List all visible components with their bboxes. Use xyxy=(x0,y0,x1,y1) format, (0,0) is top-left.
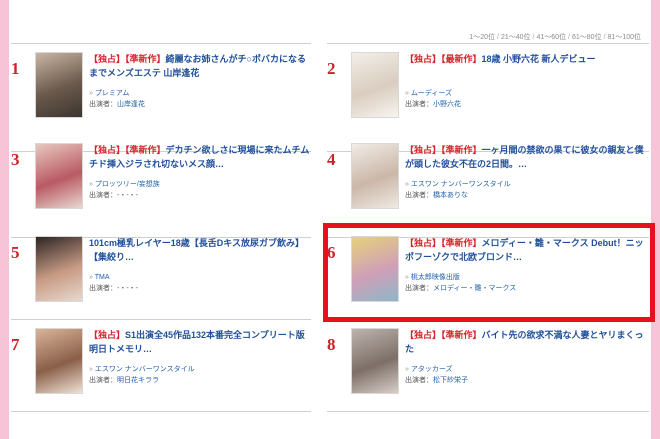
actors-row: 出演者：メロディー・雛・マークス xyxy=(405,283,649,294)
product-tags: 【独占】【準新作】 xyxy=(89,145,166,155)
product-title: 101cm極乳レイヤー18歳【長舌Dキス放尿ガブ飲み】【集絞り… xyxy=(89,238,304,262)
product-title-link[interactable]: 【独占】【最新作】18歳 小野六花 新人デビュー xyxy=(405,52,649,80)
item-divider xyxy=(11,411,311,412)
actor-link[interactable]: 松下紗栄子 xyxy=(433,377,468,384)
actor-link[interactable]: 橋本ありな xyxy=(433,192,468,199)
rank-number: 2 xyxy=(327,59,336,78)
actor-link[interactable]: 明日花キララ xyxy=(117,377,159,384)
actors-label: 出演者： xyxy=(89,377,117,384)
ranking-item-2[interactable]: 2 【独占】【最新作】18歳 小野六花 新人デビュー ムーディーズ 出演者：小野… xyxy=(327,52,649,152)
actors-row: 出演者：明日花キララ xyxy=(89,375,311,386)
ranking-item-3[interactable]: 3 【独占】【準新作】デカチン欲しさに現場に来たムチムチド挿入ジラされ切ないメス… xyxy=(11,143,311,238)
actors-row: 出演者：山岸逢花 xyxy=(89,99,311,110)
page-link-5[interactable]: 81～100位 xyxy=(608,34,641,41)
maker-link[interactable]: プレミアム xyxy=(89,89,311,99)
item-divider xyxy=(327,411,649,412)
product-title-link[interactable]: 【独占】【準新作】デカチン欲しさに現場に来たムチムチド挿入ジラされ切ないメス顔… xyxy=(89,143,311,171)
ranking-item-1[interactable]: 1 【独占】【準新作】綺麗なお姉さんがチ○ポバカになるまでメンズエステ 山岸逢花… xyxy=(11,52,311,152)
ranking-page: 1～20位/21～40位/41～60位/61～80位/81～100位 1 【独占… xyxy=(9,0,655,439)
product-title: 18歳 小野六花 新人デビュー xyxy=(481,54,596,64)
maker-link[interactable]: 桃太郎映像出版 xyxy=(405,273,649,283)
product-thumbnail[interactable] xyxy=(351,52,399,118)
page-link-2[interactable]: 21～40位 xyxy=(501,34,531,41)
product-tags: 【独占】【最新作】 xyxy=(405,54,482,64)
product-tags: 【独占】 xyxy=(89,330,126,340)
actors-row: 出演者：-・-・- xyxy=(89,190,311,201)
pager-separator: / xyxy=(603,34,606,41)
product-thumbnail[interactable] xyxy=(35,52,83,118)
actors-label: 出演者： xyxy=(405,192,433,199)
ranking-item-5[interactable]: 5 101cm極乳レイヤー18歳【長舌Dキス放尿ガブ飲み】【集絞り… TMA 出… xyxy=(11,236,311,320)
actors-row: 出演者：小野六花 xyxy=(405,99,649,110)
product-tags: 【独占】【準新作】 xyxy=(405,238,482,248)
actor-placeholder: -・-・- xyxy=(117,192,138,199)
page-link-1[interactable]: 1～20位 xyxy=(469,34,495,41)
actors-label: 出演者： xyxy=(89,285,117,292)
left-column-top-rule xyxy=(11,43,311,44)
maker-link[interactable]: ムーディーズ xyxy=(405,89,649,99)
ranking-item-8[interactable]: 8 【独占】【準新作】バイト先の欲求不満な人妻とヤリまくった アタッカーズ 出演… xyxy=(327,328,649,412)
product-tags: 【独占】【準新作】 xyxy=(405,330,482,340)
product-thumbnail[interactable] xyxy=(351,143,399,209)
product-title-link[interactable]: 【独占】【準新作】綺麗なお姉さんがチ○ポバカになるまでメンズエステ 山岸逢花 xyxy=(89,52,311,80)
product-thumbnail[interactable] xyxy=(35,236,83,302)
actors-label: 出演者： xyxy=(89,101,117,108)
product-thumbnail[interactable] xyxy=(35,328,83,394)
product-title-link[interactable]: 【独占】【準新作】メロディー・雛・マークス Debut！ニッポフーゾクで北欧ブロ… xyxy=(405,236,649,264)
right-column-top-rule xyxy=(327,43,649,44)
actors-row: 出演者：松下紗栄子 xyxy=(405,375,649,386)
actors-label: 出演者： xyxy=(405,285,433,292)
product-thumbnail[interactable] xyxy=(35,143,83,209)
product-thumbnail[interactable] xyxy=(351,328,399,394)
rank-number: 7 xyxy=(11,335,20,354)
ranking-item-6[interactable]: 6 【独占】【準新作】メロディー・雛・マークス Debut！ニッポフーゾクで北欧… xyxy=(327,236,649,320)
item-divider xyxy=(11,319,311,320)
rank-number: 8 xyxy=(327,335,336,354)
actor-placeholder: -・-・- xyxy=(117,285,138,292)
actors-label: 出演者： xyxy=(405,101,433,108)
product-title-link[interactable]: 101cm極乳レイヤー18歳【長舌Dキス放尿ガブ飲み】【集絞り… xyxy=(89,236,311,264)
ranking-item-7[interactable]: 7 【独占】S1出演全45作品132本番完全コンプリート版 明日トメモリ… エス… xyxy=(11,328,311,412)
product-title-link[interactable]: 【独占】【準新作】一ヶ月間の禁欲の果てに彼女の親友と僕が頭した彼女不在の2日間。… xyxy=(405,143,649,171)
maker-link[interactable]: エスワン ナンバーワンスタイル xyxy=(405,180,649,190)
actors-row: 出演者：橋本ありな xyxy=(405,190,649,201)
product-thumbnail[interactable] xyxy=(351,236,399,302)
maker-link[interactable]: エスワン ナンバーワンスタイル xyxy=(89,365,311,375)
product-title-link[interactable]: 【独占】【準新作】バイト先の欲求不満な人妻とヤリまくった xyxy=(405,328,649,356)
page-link-3[interactable]: 41～60位 xyxy=(536,34,566,41)
actors-row: 出演者：-・-・- xyxy=(89,283,311,294)
product-title-link[interactable]: 【独占】S1出演全45作品132本番完全コンプリート版 明日トメモリ… xyxy=(89,328,311,356)
pager-separator: / xyxy=(496,34,499,41)
actor-link[interactable]: 山岸逢花 xyxy=(117,101,145,108)
actor-link[interactable]: メロディー・雛・マークス xyxy=(433,285,516,292)
maker-link[interactable]: アタッカーズ xyxy=(405,365,649,375)
rank-number: 6 xyxy=(327,243,336,262)
actors-label: 出演者： xyxy=(89,192,117,199)
actors-label: 出演者： xyxy=(405,377,433,384)
product-tags: 【独占】【準新作】 xyxy=(405,145,482,155)
maker-link[interactable]: プロッツリー/妄想族 xyxy=(89,180,311,190)
page-link-4[interactable]: 61～80位 xyxy=(572,34,602,41)
pager-separator: / xyxy=(532,34,535,41)
actor-link[interactable]: 小野六花 xyxy=(433,101,461,108)
ranking-pagination: 1～20位/21～40位/41～60位/61～80位/81～100位 xyxy=(469,32,641,42)
rank-number: 3 xyxy=(11,150,20,169)
pager-separator: / xyxy=(568,34,570,41)
rank-number: 1 xyxy=(11,59,20,78)
rank-number: 5 xyxy=(11,243,20,262)
rank-number: 4 xyxy=(327,150,336,169)
ranking-item-4[interactable]: 4 【独占】【準新作】一ヶ月間の禁欲の果てに彼女の親友と僕が頭した彼女不在の2日… xyxy=(327,143,649,238)
product-tags: 【独占】【準新作】 xyxy=(89,54,166,64)
maker-link[interactable]: TMA xyxy=(89,273,311,283)
